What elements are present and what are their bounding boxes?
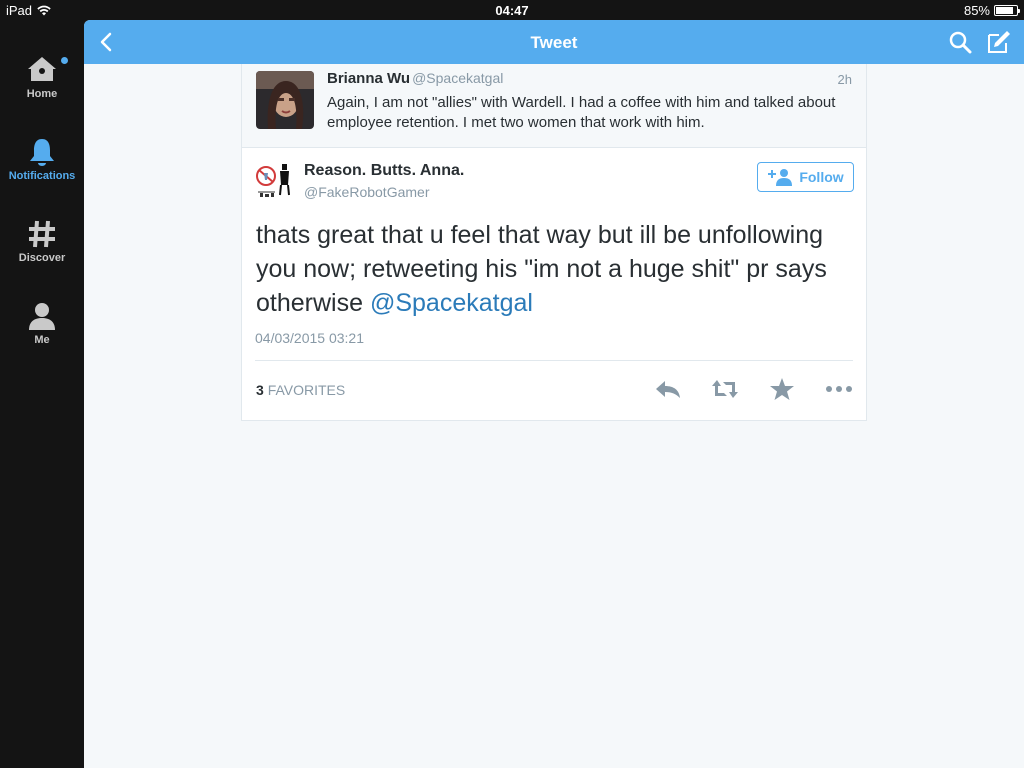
compose-icon[interactable] xyxy=(985,29,1011,55)
sidebar-item-label: Home xyxy=(26,88,58,100)
tweet-time: 2h xyxy=(837,72,852,87)
previous-tweet[interactable]: Brianna Wu @Spacekatgal 2h Again, I am no… xyxy=(241,64,867,148)
author-name[interactable]: Reason. Butts. Anna. xyxy=(304,162,464,180)
sidebar-item-label: Me xyxy=(34,334,50,346)
sidebar-item-me[interactable]: Me xyxy=(0,300,84,346)
sidebar: Home Notifications Discover Me xyxy=(0,20,84,768)
tweet-text: Again, I am not "allies" with Wardell. I… xyxy=(327,94,836,131)
avatar[interactable] xyxy=(255,161,291,199)
sidebar-item-label: Notifications xyxy=(8,170,76,182)
author-name: Brianna Wu @Spacekatgal xyxy=(327,70,504,87)
tweet-timestamp: 04/03/2015 03:21 xyxy=(255,330,364,346)
mention-link[interactable]: @Spacekatgal xyxy=(370,289,533,317)
search-icon[interactable] xyxy=(948,30,972,54)
avatar-image xyxy=(256,71,314,129)
reply-icon[interactable] xyxy=(654,377,682,401)
favorite-star-icon[interactable] xyxy=(768,377,796,401)
add-user-icon xyxy=(768,169,793,186)
clock: 04:47 xyxy=(495,3,529,18)
bell-icon xyxy=(30,139,54,166)
favorites-number: 3 xyxy=(256,382,264,398)
retweet-icon[interactable] xyxy=(711,377,739,401)
author-handle[interactable]: @FakeRobotGamer xyxy=(304,184,429,200)
follow-button[interactable]: Follow xyxy=(757,162,854,192)
battery-percent: 85% xyxy=(963,3,990,18)
battery-icon xyxy=(994,5,1020,16)
sidebar-item-notifications[interactable]: Notifications xyxy=(0,136,84,182)
notification-dot xyxy=(61,57,68,64)
person-icon xyxy=(29,303,55,330)
tweet-text: thats great that u feel that way but ill… xyxy=(256,221,827,317)
avatar[interactable] xyxy=(256,71,314,129)
more-options-icon[interactable] xyxy=(825,377,853,401)
home-icon xyxy=(28,57,56,81)
sidebar-item-home[interactable]: Home xyxy=(0,54,84,100)
main-panel: Tweet Brianna Wu @Spacekatgal 2h Again, … xyxy=(84,20,1024,768)
follow-label: Follow xyxy=(799,169,844,185)
page-title: Tweet xyxy=(530,33,578,52)
hashtag-icon xyxy=(29,220,55,248)
favorites-count[interactable]: 3 FAVORITES xyxy=(256,382,345,398)
avatar-image xyxy=(255,161,291,199)
author-handle[interactable]: @Spacekatgal xyxy=(412,70,503,86)
divider xyxy=(255,360,853,361)
sidebar-item-discover[interactable]: Discover xyxy=(0,218,84,264)
sidebar-item-label: Discover xyxy=(18,252,66,264)
top-bar: Tweet xyxy=(84,20,1024,64)
favorites-label: FAVORITES xyxy=(267,382,346,398)
tweet-detail: Reason. Butts. Anna. @FakeRobotGamer Fol… xyxy=(241,147,867,421)
status-bar: iPad 04:47 85% xyxy=(0,0,1024,20)
